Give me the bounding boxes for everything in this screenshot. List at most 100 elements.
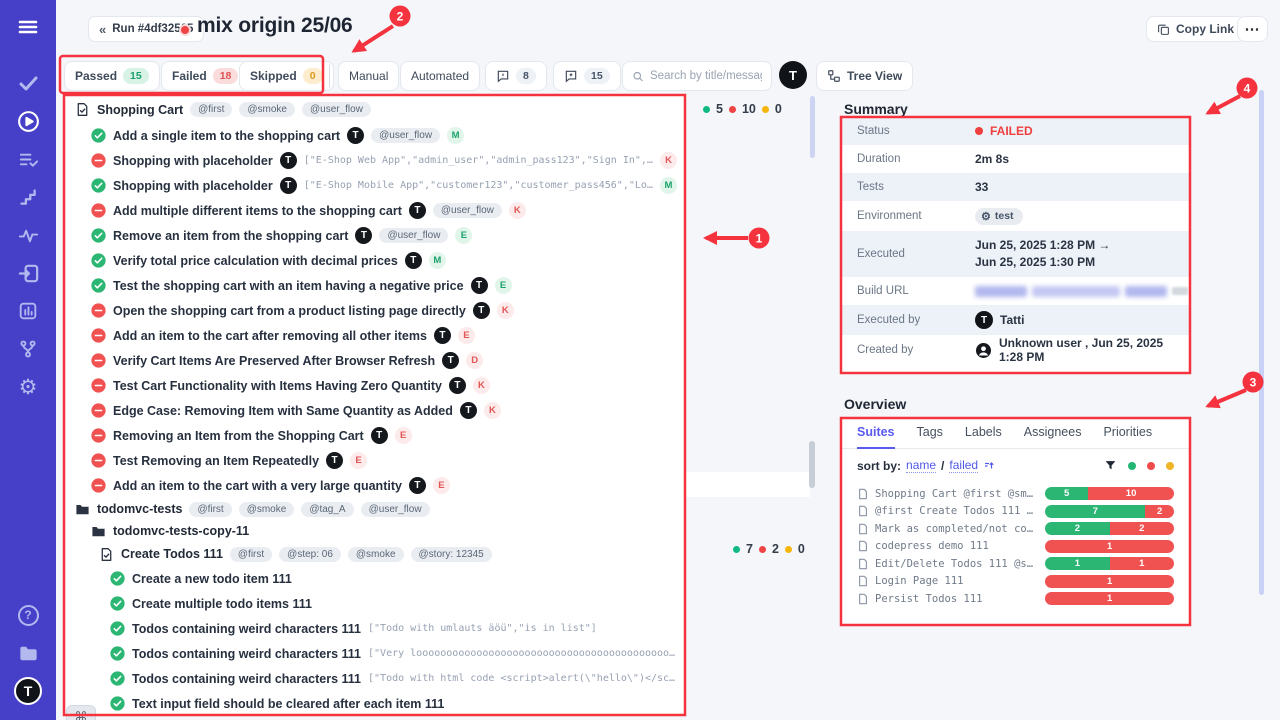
overview-suite-row[interactable]: Login Page 1111 [841,573,1190,591]
folder-row[interactable]: todomvc-tests-copy-11 [65,520,685,542]
sidebar-item-import[interactable] [0,254,56,292]
passed-filter-dot[interactable] [1128,462,1136,470]
sidebar-item-branches[interactable] [0,330,56,368]
filter-manual-button[interactable]: Manual [338,61,399,91]
suite-row[interactable]: Shopping Cart@first@smoke@user_flow [65,96,685,123]
test-row[interactable]: Add an item to the cart after removing a… [65,323,685,348]
copy-link-button[interactable]: Copy Link [1146,16,1245,42]
assignee-badge: K [509,202,526,219]
assignee-badge: K [497,302,514,319]
more-actions-button[interactable]: ⋯ [1237,16,1268,42]
test-row[interactable]: Remove an item from the shopping cartT@u… [65,223,685,248]
sidebar-item-runs[interactable] [0,102,56,140]
sidebar-item-profile[interactable]: T [0,672,56,710]
panel-resize-handle[interactable] [809,441,815,488]
filter-automated-button[interactable]: Automated [400,61,480,91]
passed-segment: 2 [1045,522,1109,535]
user-avatar[interactable]: T [779,61,807,89]
test-row[interactable]: Todos containing weird characters 111["T… [65,666,685,691]
test-params: ["E-Shop Web App","admin_user","admin_pa… [304,155,653,166]
sort-by-failed-link[interactable]: failed [949,458,978,473]
sidebar-item-steps[interactable] [0,178,56,216]
assignee-badge: E [495,277,512,294]
test-row[interactable]: Shopping with placeholderT["E-Shop Web A… [65,148,685,173]
suite-row[interactable]: Create Todos 111@first@step: 06@smoke@st… [65,542,685,566]
annotation-arrow-2 [354,26,393,51]
comment-alert-count: 8 [516,68,536,84]
skipped-filter-dot[interactable] [1166,462,1174,470]
test-row[interactable]: Removing an Item from the Shopping CartT… [65,423,685,448]
tag-badge: @user_flow [433,203,502,218]
automated-label: Automated [411,69,469,83]
sort-by-name-link[interactable]: name [906,458,936,473]
page-scrollbar-thumb[interactable] [1259,90,1264,595]
summary-row-label: Environment [857,210,975,222]
tree-view-button[interactable]: Tree View [816,61,913,91]
sidebar-item-plans[interactable] [0,140,56,178]
test-row[interactable]: Add an item to the cart with a very larg… [65,473,685,498]
row-title: Shopping with placeholder [113,179,273,193]
test-row[interactable]: Create a new todo item 111 [65,566,685,591]
test-row[interactable]: Edge Case: Removing Item with Same Quant… [65,398,685,423]
row-title: Shopping Cart [97,103,183,117]
sidebar-item-tests[interactable] [0,64,56,102]
overview-suite-row[interactable]: Edit/Delete Todos 111 @step-…11 [841,555,1190,573]
sidebar-item-help[interactable]: ? [0,596,56,634]
test-row[interactable]: Open the shopping cart from a product li… [65,298,685,323]
tab-labels[interactable]: Labels [965,418,1002,449]
overview-suite-row[interactable]: @first Create Todos 111 @ste…72 [841,503,1190,521]
comments-alert-button[interactable]: 8 [485,61,547,91]
comments-add-button[interactable]: 15 [553,61,621,91]
sidebar-item-projects[interactable] [0,634,56,672]
test-row[interactable]: Test Cart Functionality with Items Havin… [65,373,685,398]
test-row[interactable]: Verify total price calculation with deci… [65,248,685,273]
test-row[interactable]: Add multiple different items to the shop… [65,198,685,223]
test-row[interactable]: Todos containing weird characters 111["T… [65,616,685,641]
folder-row[interactable]: todomvc-tests@first@smoke@tag_A@user_flo… [65,498,685,520]
test-row[interactable]: Text input field should be cleared after… [65,691,685,715]
failed-segment: 1 [1110,557,1174,570]
search-input[interactable] [650,70,762,82]
test-row[interactable]: Create multiple todo items 111 [65,591,685,616]
row-title: Test Cart Functionality with Items Havin… [113,379,442,393]
testomat-logo-chip: T [355,227,372,244]
failed-segment: 2 [1110,522,1174,535]
test-row[interactable]: Test the shopping cart with an item havi… [65,273,685,298]
menu-icon[interactable] [0,10,56,44]
list-scrollbar-thumb[interactable] [810,96,815,158]
tab-tags[interactable]: Tags [917,418,943,449]
testomat-logo-chip: T [471,277,488,294]
test-row[interactable]: Add a single item to the shopping cartT@… [65,123,685,148]
overview-suite-row[interactable]: codepress demo 1111 [841,538,1190,556]
environment-name: test [995,210,1014,222]
failed-filter-dot[interactable] [1147,462,1155,470]
filter-funnel-icon[interactable] [1104,459,1117,472]
annotation-number-1: 1 [756,232,763,246]
filterbar-divider [329,64,330,88]
test-row[interactable]: Todos containing weird characters 111["V… [65,641,685,666]
tab-priorities[interactable]: Priorities [1103,418,1152,449]
tab-suites[interactable]: Suites [857,418,895,449]
tab-assignees[interactable]: Assignees [1024,418,1082,449]
redaction-block [1032,286,1120,297]
sidebar-item-pulse[interactable] [0,216,56,254]
test-list-card: Shopping Cart@first@smoke@user_flowAdd a… [64,95,686,715]
user-name: Tatti [1000,313,1024,327]
summary-row: Created byUnknown user , Jun 25, 2025 1:… [841,335,1190,365]
test-row[interactable]: Test Removing an Item RepeatedlyTE [65,448,685,473]
test-params: ["Very loooooooooooooooooooooooooooooooo… [368,648,677,659]
overview-suite-row[interactable]: Shopping Cart @first @smoke …510 [841,485,1190,503]
overview-suite-row[interactable]: Mark as completed/not comple…22 [841,520,1190,538]
test-row[interactable]: Shopping with placeholderT["E-Shop Mobil… [65,173,685,198]
filter-failed-button[interactable]: Failed 18 [161,61,249,91]
filter-passed-button[interactable]: Passed 15 [64,61,160,91]
assignee-badge: K [660,152,677,169]
overview-suite-row[interactable]: Persist Todos 1111 [841,590,1190,608]
sidebar-item-settings[interactable]: ⚙ [0,368,56,406]
sidebar-item-analytics[interactable] [0,292,56,330]
filter-skipped-button[interactable]: Skipped 0 [239,61,334,91]
passed-status-icon [91,178,106,193]
tag-badge: @first [190,102,232,117]
summary-row-label: Executed [857,248,975,260]
test-row[interactable]: Verify Cart Items Are Preserved After Br… [65,348,685,373]
